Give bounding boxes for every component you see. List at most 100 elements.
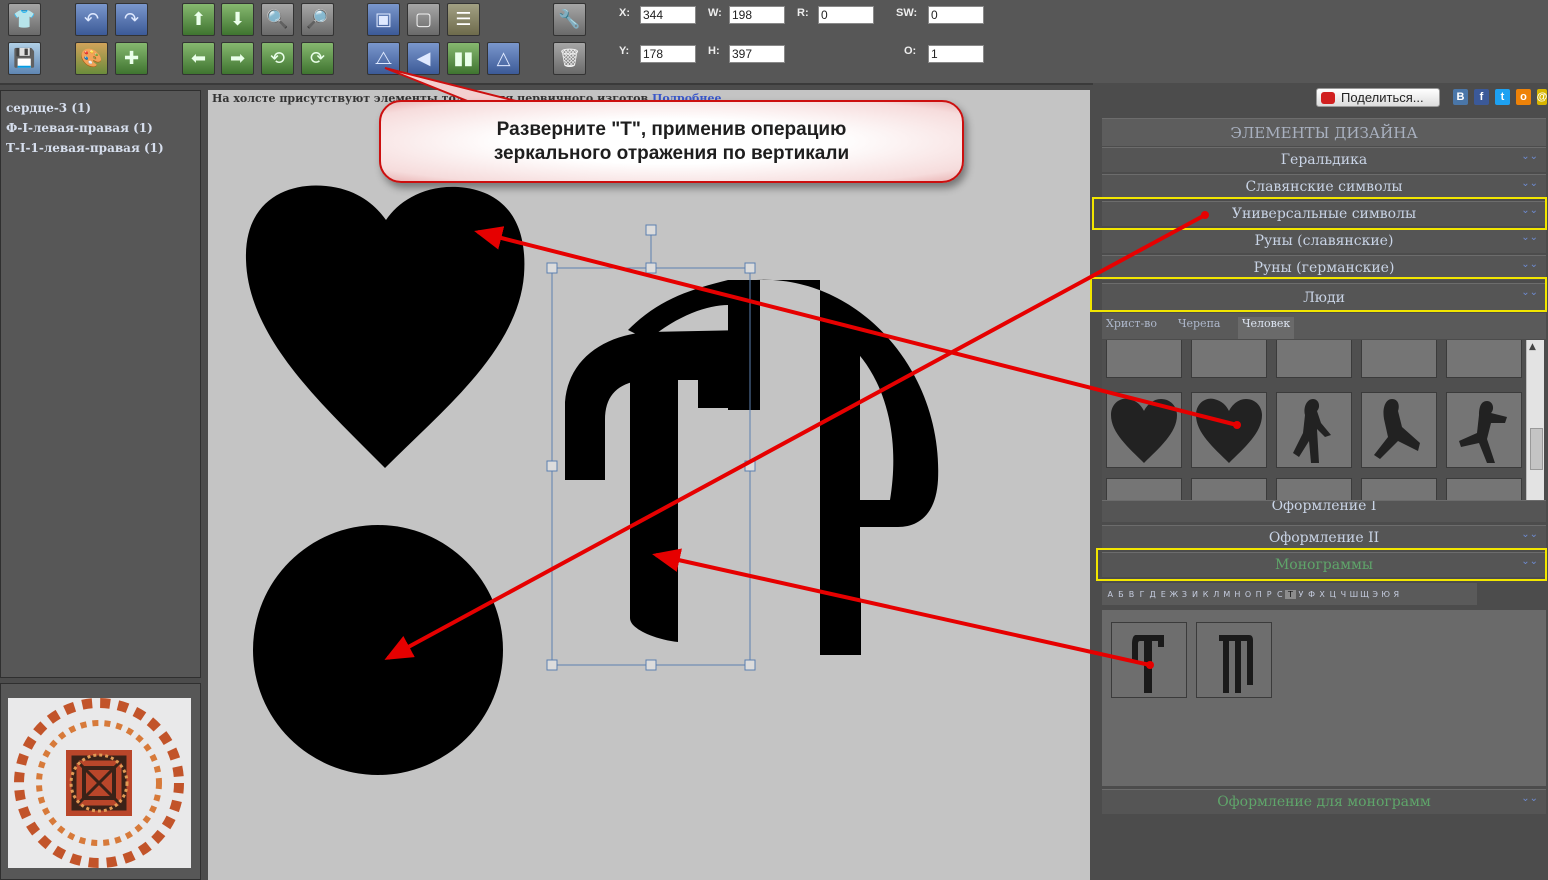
monogram-letter[interactable]: Т — [1285, 589, 1296, 599]
monogram-letter[interactable]: Ф — [1306, 590, 1317, 599]
gallery-item-silhouette[interactable] — [1361, 392, 1437, 468]
monogram-letter[interactable]: Е — [1158, 590, 1169, 599]
y-input[interactable] — [640, 45, 696, 63]
w-input[interactable] — [729, 6, 785, 24]
monogram-letter[interactable]: У — [1296, 590, 1307, 599]
gallery-item-silhouette[interactable] — [1446, 392, 1522, 468]
facebook-icon[interactable]: f — [1474, 89, 1489, 105]
monogram-letter[interactable]: Ч — [1338, 590, 1349, 599]
monogram-letter[interactable]: Б — [1116, 590, 1127, 599]
twitter-icon[interactable]: t — [1495, 89, 1510, 105]
share-button[interactable]: Поделиться... — [1316, 88, 1440, 107]
section-design-1[interactable]: Оформление I — [1102, 500, 1546, 522]
gallery-item-silhouette[interactable] — [1276, 392, 1352, 468]
monogram-letter[interactable]: С — [1275, 590, 1286, 599]
arrow-right-icon[interactable]: ➡ — [221, 42, 254, 75]
gallery-item[interactable] — [1361, 340, 1437, 378]
monogram-letter[interactable]: Я — [1391, 590, 1402, 599]
section-slavic-runes[interactable]: Руны (славянские) ⌄⌄ — [1102, 228, 1546, 253]
tab-human[interactable]: Человек — [1238, 317, 1295, 339]
monogram-letter[interactable]: Н — [1232, 590, 1243, 599]
save-icon[interactable]: 💾 — [8, 42, 41, 75]
sw-input[interactable] — [928, 6, 984, 24]
monogram-item-m[interactable] — [1196, 622, 1272, 698]
heart-shape[interactable] — [245, 185, 525, 468]
monogram-letter[interactable]: Л — [1211, 590, 1222, 599]
odnoklassniki-icon[interactable]: o — [1516, 89, 1531, 105]
monogram-letter[interactable]: Ш — [1349, 590, 1360, 599]
group-icon[interactable]: ▮▮ — [447, 42, 480, 75]
monogram-letter[interactable]: В — [1126, 590, 1137, 599]
monogram-letter[interactable]: Щ — [1359, 590, 1370, 599]
shirt-icon[interactable]: 👕 — [8, 3, 41, 36]
monogram-letter[interactable]: Э — [1370, 590, 1381, 599]
monogram-letter[interactable]: Х — [1317, 590, 1328, 599]
monogram-letter[interactable]: К — [1200, 590, 1211, 599]
monogram-letter[interactable]: Ю — [1380, 590, 1391, 599]
gallery-item[interactable] — [1191, 340, 1267, 378]
r-input[interactable] — [818, 6, 874, 24]
zoom-in-icon[interactable]: 🔍 — [261, 3, 294, 36]
h-input[interactable] — [729, 45, 785, 63]
vkontakte-icon[interactable]: B — [1453, 89, 1468, 105]
arrow-left-icon[interactable]: ⬅ — [182, 42, 215, 75]
design-canvas[interactable]: На холсте присутствуют элементы только д… — [208, 90, 1090, 880]
monogram-letter[interactable]: П — [1253, 590, 1264, 599]
monogram-letter[interactable]: Ж — [1169, 590, 1180, 599]
align-icon[interactable]: ☰ — [447, 3, 480, 36]
undo-icon[interactable]: ↶ — [75, 3, 108, 36]
rotate-right-icon[interactable]: ⟳ — [301, 42, 334, 75]
layer-item-t[interactable]: Т-I-1-левая-правая (1) — [1, 138, 200, 158]
rotate-left-icon[interactable]: ⟲ — [261, 42, 294, 75]
monogram-letter[interactable]: Д — [1147, 590, 1158, 599]
redo-icon[interactable]: ↷ — [115, 3, 148, 36]
more-share-icon[interactable]: @ — [1537, 89, 1547, 105]
monogram-t-shape[interactable] — [563, 330, 748, 642]
add-image-icon[interactable]: ✚ — [115, 42, 148, 75]
rotate-handle[interactable] — [645, 224, 657, 236]
callout-line-1: Разверните "Т", применив операцию — [496, 118, 847, 140]
send-back-icon[interactable]: ▢ — [407, 3, 440, 36]
x-input[interactable] — [640, 6, 696, 24]
circle-shape[interactable] — [253, 525, 503, 775]
gallery-scrollbar[interactable]: ▲ ▼ — [1526, 340, 1544, 516]
gallery-item-heart[interactable] — [1191, 392, 1267, 468]
monogram-item-t[interactable] — [1111, 622, 1187, 698]
arrow-up-icon[interactable]: ⬆ — [182, 3, 215, 36]
design-elements-title: ЭЛЕМЕНТЫ ДИЗАЙНА — [1102, 118, 1546, 146]
monogram-letter[interactable]: И — [1190, 590, 1201, 599]
arrow-down-icon[interactable]: ⬇ — [221, 3, 254, 36]
gallery-item[interactable] — [1446, 340, 1522, 378]
monogram-letter[interactable]: М — [1222, 590, 1233, 599]
monogram-letter[interactable]: Г — [1137, 590, 1148, 599]
section-heraldry[interactable]: Геральдика ⌄⌄ — [1102, 147, 1546, 172]
layer-item-heart[interactable]: сердце-3 (1) — [1, 98, 200, 118]
flip-horizontal-icon[interactable]: ◀ — [407, 42, 440, 75]
bring-front-icon[interactable]: ▣ — [367, 3, 400, 36]
triangle-icon[interactable]: △ — [487, 42, 520, 75]
palette-icon[interactable]: 🎨 — [75, 42, 108, 75]
monogram-letter[interactable]: З — [1179, 590, 1190, 599]
monogram-letter[interactable]: О — [1243, 590, 1254, 599]
gallery-item-heart[interactable] — [1106, 392, 1182, 468]
section-monogram-design[interactable]: Оформление для монограмм ⌄⌄ — [1102, 789, 1546, 814]
section-slavic-symbols[interactable]: Славянские символы ⌄⌄ — [1102, 174, 1546, 199]
tools-icon[interactable]: 🔧 — [553, 3, 586, 36]
section-design-2[interactable]: Оформление II ⌄⌄ — [1102, 525, 1546, 550]
gallery-item[interactable] — [1276, 340, 1352, 378]
o-input[interactable] — [928, 45, 984, 63]
scroll-thumb[interactable] — [1530, 428, 1543, 470]
flip-vertical-icon[interactable]: ⧍ — [367, 42, 400, 75]
gallery-item[interactable] — [1106, 340, 1182, 378]
people-tabs: Христ-во Черепа Человек — [1102, 313, 1546, 339]
trash-icon[interactable]: 🗑 — [553, 42, 586, 75]
tab-christianity[interactable]: Христ-во — [1102, 317, 1161, 339]
tab-skulls[interactable]: Черепа — [1174, 317, 1224, 339]
w-label: W: — [708, 7, 722, 19]
monogram-letter[interactable]: А — [1105, 590, 1116, 599]
scroll-up-icon[interactable]: ▲ — [1529, 342, 1536, 352]
monogram-letter[interactable]: Ц — [1327, 590, 1338, 599]
zoom-out-icon[interactable]: 🔎 — [301, 3, 334, 36]
layer-item-f[interactable]: Ф-I-левая-правая (1) — [1, 118, 200, 138]
monogram-letter[interactable]: Р — [1264, 590, 1275, 599]
